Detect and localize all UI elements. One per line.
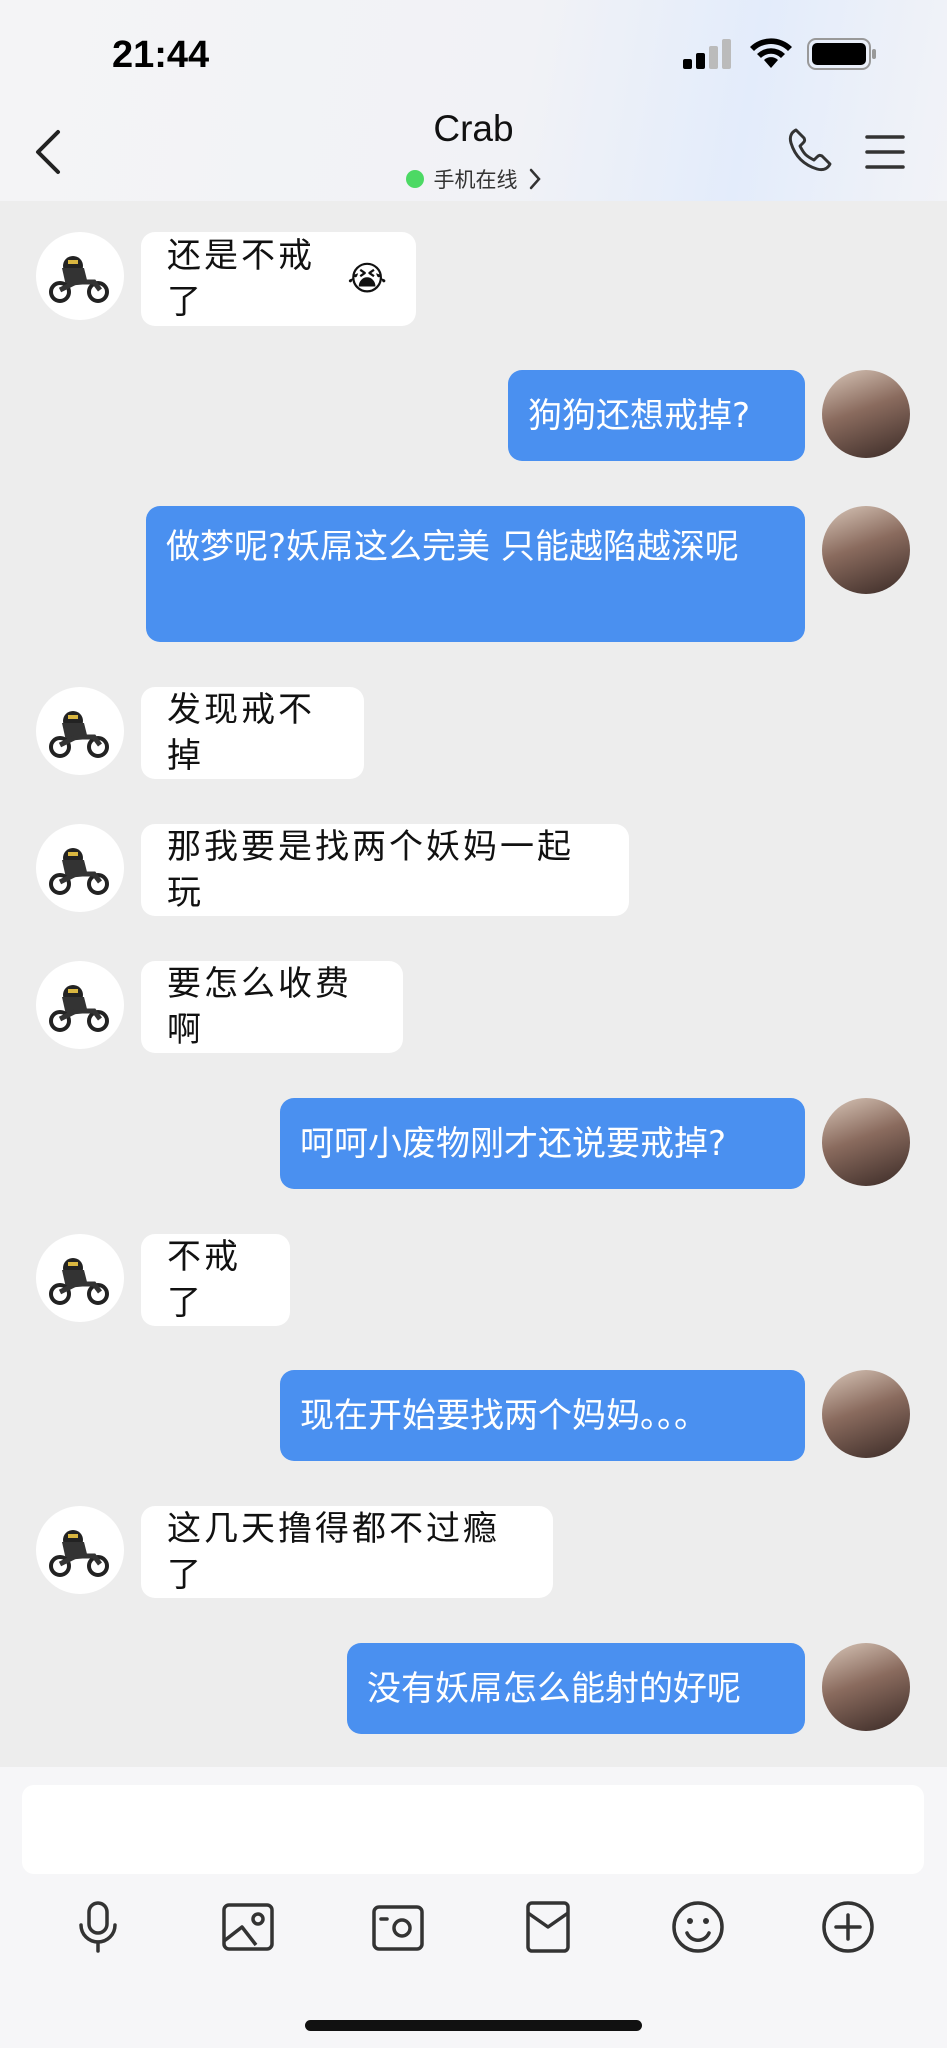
message-bubble[interactable]: 发现戒不掉 bbox=[141, 687, 364, 779]
message-bubble[interactable]: 还是不戒了 😭 bbox=[141, 232, 416, 326]
wifi-icon bbox=[750, 38, 792, 68]
user-avatar[interactable] bbox=[822, 370, 910, 458]
status-icons bbox=[683, 38, 877, 70]
message-text: 还是不戒了 bbox=[167, 236, 315, 322]
message-bubble[interactable]: 这几天撸得都不过瘾了 bbox=[141, 1506, 553, 1598]
plus-icon[interactable] bbox=[820, 1899, 876, 1955]
contact-avatar[interactable] bbox=[36, 961, 124, 1049]
message-bubble[interactable]: 呵呵小废物刚才还说要戒掉? bbox=[280, 1098, 805, 1189]
message-text: 没有妖屌怎么能射的好呢 bbox=[367, 1668, 741, 1709]
message-bubble[interactable]: 没有妖屌怎么能射的好呢 bbox=[347, 1643, 805, 1734]
message-text: 狗狗还想戒掉? bbox=[528, 395, 751, 436]
message-text: 不戒了 bbox=[167, 1237, 241, 1323]
contact-avatar[interactable] bbox=[36, 1506, 124, 1594]
battery-icon bbox=[807, 38, 876, 70]
message-bubble[interactable]: 现在开始要找两个妈妈。。。 bbox=[280, 1370, 805, 1461]
message-text: 那我要是找两个妖妈一起玩 bbox=[167, 827, 574, 913]
message-bubble[interactable]: 狗狗还想戒掉? bbox=[508, 370, 805, 461]
chevron-right-icon bbox=[529, 168, 541, 190]
user-avatar[interactable] bbox=[822, 1098, 910, 1186]
red-packet-icon[interactable] bbox=[520, 1899, 576, 1955]
message-text: 要怎么收费啊 bbox=[167, 964, 352, 1050]
chat-header: 21:44 Crab 手机在线 bbox=[0, 0, 947, 201]
message-input[interactable] bbox=[22, 1785, 924, 1874]
chat-title: Crab bbox=[433, 108, 514, 149]
user-avatar[interactable] bbox=[822, 1643, 910, 1731]
message-text: 呵呵小废物刚才还说要戒掉? bbox=[300, 1123, 727, 1164]
contact-avatar[interactable] bbox=[36, 1234, 124, 1322]
microphone-icon[interactable] bbox=[70, 1899, 126, 1955]
emoji-icon[interactable] bbox=[670, 1899, 726, 1955]
message-text: 这几天撸得都不过瘾了 bbox=[167, 1509, 500, 1595]
menu-icon[interactable] bbox=[865, 134, 905, 170]
camera-icon[interactable] bbox=[370, 1899, 426, 1955]
input-area bbox=[0, 1767, 947, 2048]
message-bubble[interactable]: 那我要是找两个妖妈一起玩 bbox=[141, 824, 629, 916]
online-dot-icon bbox=[405, 170, 424, 188]
phone-call-icon[interactable] bbox=[786, 126, 834, 174]
message-text: 做梦呢?妖屌这么完美 只能越陷越深呢 bbox=[166, 527, 739, 567]
home-indicator[interactable] bbox=[305, 2020, 642, 2031]
contact-avatar[interactable] bbox=[36, 232, 124, 320]
message-text: 现在开始要找两个妈妈。。。 bbox=[300, 1395, 708, 1436]
message-bubble[interactable]: 要怎么收费啊 bbox=[141, 961, 403, 1053]
user-avatar[interactable] bbox=[822, 1370, 910, 1458]
contact-avatar[interactable] bbox=[36, 824, 124, 912]
user-avatar[interactable] bbox=[822, 506, 910, 594]
message-bubble[interactable]: 做梦呢?妖屌这么完美 只能越陷越深呢 bbox=[146, 506, 805, 642]
image-icon[interactable] bbox=[220, 1899, 276, 1955]
contact-avatar[interactable] bbox=[36, 687, 124, 775]
crying-emoji-icon: 😭 bbox=[347, 259, 390, 299]
online-status-text: 手机在线 bbox=[433, 168, 518, 192]
message-text: 发现戒不掉 bbox=[167, 690, 315, 776]
status-time: 21:44 bbox=[112, 34, 210, 76]
message-bubble[interactable]: 不戒了 bbox=[141, 1234, 290, 1326]
cellular-signal-icon bbox=[683, 39, 731, 69]
